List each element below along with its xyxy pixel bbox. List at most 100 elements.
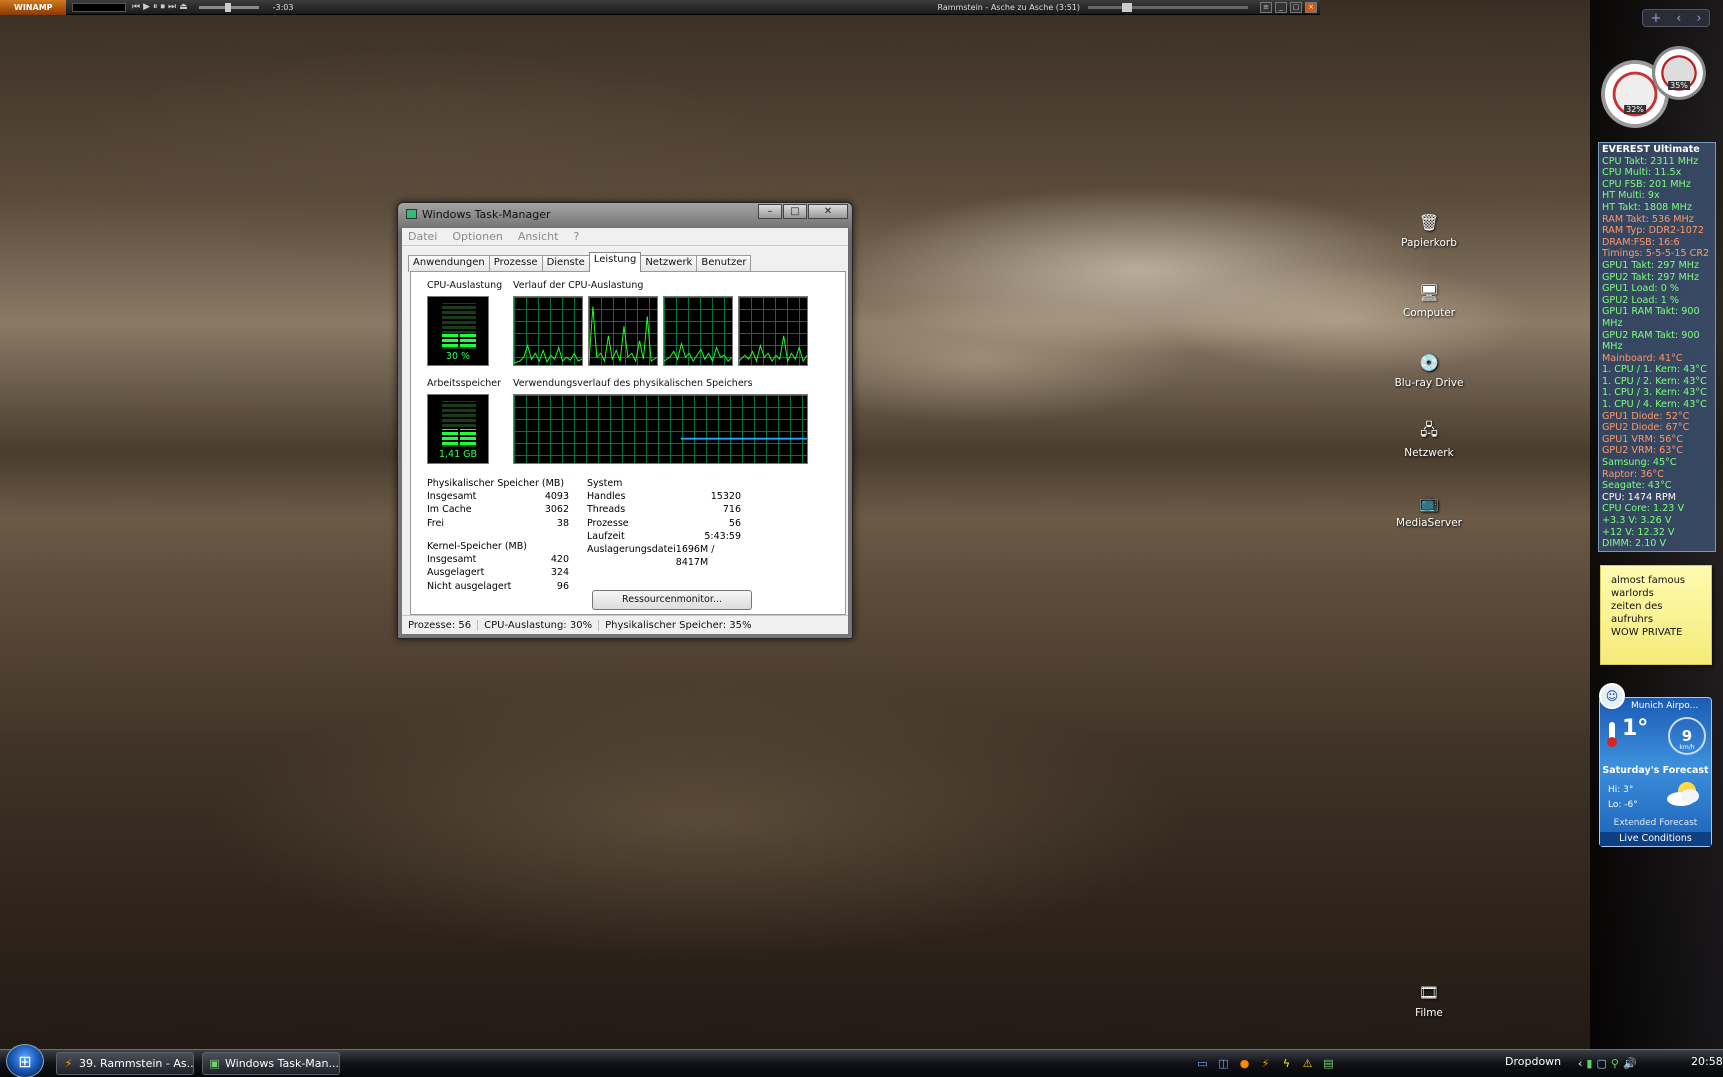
desktop-icon-recycle-bin[interactable]: 🗑 Papierkorb [1389, 210, 1469, 250]
taskbar-button-taskmanager[interactable]: ▣ Windows Task-Man... [202, 1052, 340, 1075]
stat-label: Ausgelagert [427, 567, 485, 579]
window-client: Anwendungen Prozesse Dienste Leistung Ne… [402, 246, 848, 634]
tab-prozesse[interactable]: Prozesse [488, 255, 543, 272]
stat-value: 324 [550, 567, 569, 579]
menu-optionen[interactable]: Optionen [452, 230, 502, 243]
partly-cloudy-icon [1667, 782, 1699, 806]
everest-line: GPU2 Takt: 297 MHz [1602, 271, 1700, 283]
everest-line: HT Takt: 1808 MHz [1602, 201, 1692, 213]
everest-line: Timings: 5-5-5-15 CR2 [1602, 248, 1710, 260]
weather-gadget[interactable]: Munich Airpo... 1° 9 km/h Saturday's For… [1599, 697, 1712, 847]
stat-value: 1696M / 8417M [675, 544, 715, 569]
everest-line: GPU2 Diode: 67°C [1602, 422, 1690, 434]
everest-line: Seagate: 43°C [1602, 480, 1672, 492]
desktop-icon-computer[interactable]: 🖥 Computer [1389, 280, 1469, 320]
forecast-low: Lo: -6° [1608, 800, 1638, 810]
live-conditions-link[interactable]: Live Conditions [1600, 832, 1711, 846]
system-group: System Handles 15320 Threads 716 Prozesse 5… [587, 477, 741, 569]
start-button[interactable]: ⊞ [6, 1044, 44, 1077]
computer-icon: 🖥 [1418, 282, 1440, 302]
close-button[interactable]: ✕ [808, 204, 848, 219]
everest-line: Mainboard: 41°C [1602, 352, 1683, 364]
notes-gadget[interactable]: almost famous warlords zeiten des aufruh… [1600, 565, 1712, 665]
stat-value: 15320 [710, 491, 741, 503]
wind-unit: km/h [1679, 744, 1695, 751]
battery-icon[interactable]: ▮ [1586, 1057, 1592, 1070]
stat-value: 5:43:59 [704, 530, 741, 542]
warning-icon[interactable]: ⚠ [1300, 1056, 1315, 1071]
taskmanager-icon: ▣ [209, 1057, 220, 1070]
stat-label: Prozesse [587, 517, 629, 529]
winamp-seek-slider[interactable] [1088, 2, 1248, 12]
stat-label: Nicht ausgelagert [427, 580, 512, 592]
winamp-logo: WINAMP [0, 0, 66, 15]
everest-line: 1. CPU / 1. Kern: 43°C [1602, 364, 1707, 376]
firefox-icon[interactable]: ● [1237, 1056, 1252, 1071]
winamp-menu-button[interactable]: ≡ [1260, 1, 1272, 13]
winamp-close-button[interactable]: × [1305, 1, 1317, 13]
weather-temp: 1° [1622, 716, 1649, 741]
winamp-quick-icon[interactable]: ⚡ [1258, 1056, 1273, 1071]
menu-help[interactable]: ? [573, 230, 579, 243]
winamp-restore-button[interactable]: □ [1290, 1, 1302, 13]
clock[interactable]: 20:58 [1691, 1055, 1723, 1068]
tab-leistung[interactable]: Leistung [588, 252, 642, 272]
show-desktop-icon[interactable]: ▭ [1195, 1056, 1210, 1071]
tab-benutzer[interactable]: Benutzer [696, 255, 752, 272]
everest-line: GPU2 Load: 1 % [1602, 294, 1679, 306]
winamp-minimize-button[interactable]: _ [1275, 1, 1287, 13]
dropdown-toolbar[interactable]: Dropdown [1505, 1055, 1561, 1068]
sidebar-prev-icon[interactable]: ‹ [1676, 11, 1681, 26]
tab-strip: Anwendungen Prozesse Dienste Leistung Ne… [408, 252, 752, 272]
resource-monitor-button[interactable]: Ressourcenmonitor... [592, 590, 752, 610]
tab-netzwerk[interactable]: Netzwerk [640, 255, 698, 272]
stat-label: Threads [587, 504, 626, 516]
add-gadget-icon[interactable]: + [1650, 11, 1661, 26]
note-line: WOW PRIVATE [1611, 627, 1683, 638]
cpu-usage-label: CPU-Auslastung [427, 280, 503, 291]
maximize-button[interactable]: □ [783, 204, 807, 219]
volume-icon[interactable]: 🔊 [1623, 1057, 1637, 1070]
sidebar-next-icon[interactable]: › [1696, 11, 1701, 26]
winamp-song-title: Rammstein - Asche zu Asche (3:51) [937, 2, 1080, 12]
window-icon[interactable]: ▢ [1596, 1057, 1606, 1070]
minimize-button[interactable]: – [758, 204, 782, 219]
desktop-icon-bluray[interactable]: 💿 Blu-ray Drive [1389, 350, 1469, 390]
memory-value: 1,41 GB [438, 449, 478, 460]
menu-ansicht[interactable]: Ansicht [518, 230, 559, 243]
kernel-memory-title: Kernel-Speicher (MB) [427, 541, 527, 552]
app-icon[interactable]: ▤ [1321, 1056, 1336, 1071]
memory-meter: 1,41 GB [427, 394, 489, 464]
sidebar-controls[interactable]: + ‹ › [1642, 9, 1710, 27]
network-tray-icon[interactable]: ⚲ [1611, 1057, 1619, 1070]
winamp-volume-slider[interactable] [198, 2, 259, 12]
system-tray: ‹ ▮ ▢ ⚲ 🔊 [1578, 1053, 1637, 1073]
taskbar-button-winamp[interactable]: ⚡ 39. Rammstein - As... [56, 1052, 194, 1075]
tab-anwendungen[interactable]: Anwendungen [408, 255, 490, 272]
everest-line: Raptor: 36°C [1602, 468, 1664, 480]
winamp-controls[interactable]: ⏮▶⏸⏹⏭⏏ [132, 2, 191, 12]
task-manager-app-icon [406, 209, 417, 219]
stat-value: 716 [722, 504, 741, 516]
tray-expand-icon[interactable]: ‹ [1578, 1057, 1582, 1070]
extended-forecast-link[interactable]: Extended Forecast [1600, 818, 1711, 828]
desktop-icon-mediaserver[interactable]: 📺 MediaServer [1389, 490, 1469, 530]
desktop-icon-filme[interactable]: 🎞 Filme [1389, 980, 1469, 1020]
everest-line: RAM Typ: DDR2-1072 [1602, 225, 1705, 237]
switch-windows-icon[interactable]: ◫ [1216, 1056, 1231, 1071]
winamp-bar[interactable]: WINAMP ⏮▶⏸⏹⏭⏏ -3:03 Rammstein - Asche zu… [0, 0, 1320, 15]
note-line: warlords [1611, 588, 1654, 599]
stat-label: Auslagerungsdatei [587, 544, 676, 556]
forecast-high: Hi: 3° [1608, 785, 1634, 795]
window-title: Windows Task-Manager [422, 208, 551, 221]
desktop-icon-network[interactable]: 🖧 Netzwerk [1389, 420, 1469, 460]
everest-line: 1. CPU / 4. Kern: 43°C [1602, 399, 1707, 411]
task-manager-window[interactable]: Windows Task-Manager – □ ✕ Datei Optione… [397, 202, 853, 639]
recycle-bin-icon: 🗑 [1418, 212, 1440, 232]
everest-line: DIMM: 2.10 V [1602, 538, 1667, 550]
menu-datei[interactable]: Datei [408, 230, 437, 243]
lightning-icon[interactable]: ϟ [1279, 1056, 1294, 1071]
quick-launch-tray: ▭ ◫ ● ⚡ ϟ ⚠ ▤ [1195, 1053, 1336, 1073]
mediaserver-icon: 📺 [1419, 492, 1439, 512]
tab-dienste[interactable]: Dienste [541, 255, 590, 272]
